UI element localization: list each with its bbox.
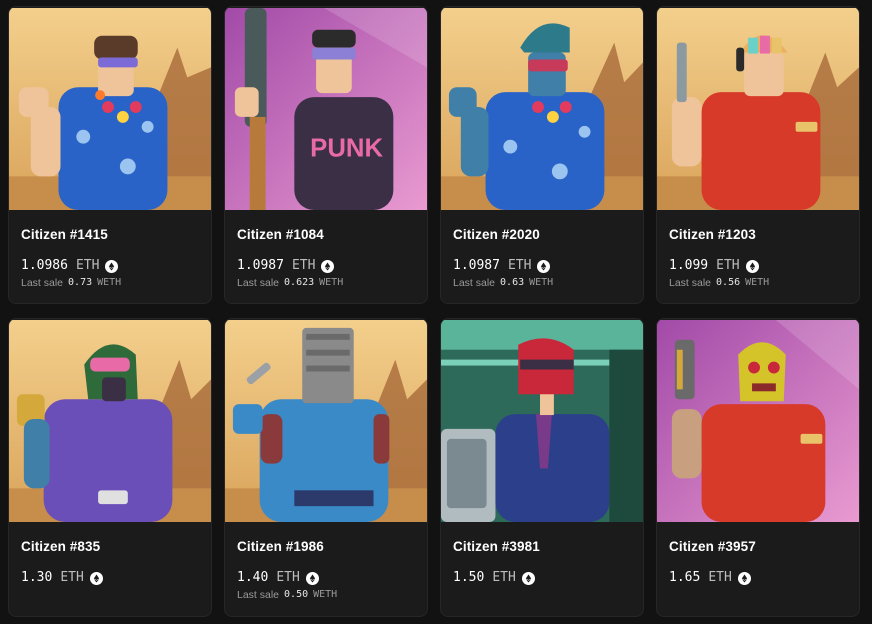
last-sale-label: Last sale — [237, 277, 280, 289]
nft-price: 1.0986 ETH — [21, 257, 199, 275]
price-currency: ETH — [507, 258, 532, 273]
last-sale-currency: WETH — [529, 277, 554, 288]
price-currency: ETH — [75, 258, 100, 273]
last-sale-label: Last sale — [21, 277, 64, 289]
nft-image[interactable] — [225, 319, 427, 523]
nft-card-citizen-1203[interactable]: Citizen #1203 1.099 ETH Last sale 0.56 W… — [656, 6, 860, 304]
price-value: 1.0986 — [21, 258, 68, 273]
nft-price: 1.50 ETH — [453, 569, 631, 587]
price-currency: ETH — [276, 570, 300, 585]
nft-name: Citizen #1203 — [669, 227, 756, 242]
ethereum-logo-icon — [89, 571, 103, 585]
last-sale-value: 0.623 — [284, 277, 315, 288]
last-sale-currency: WETH — [745, 277, 770, 288]
nft-card-citizen-3981[interactable]: Citizen #3981 1.50 ETH — [440, 318, 644, 617]
nft-image[interactable] — [441, 7, 643, 211]
last-sale-value: 0.56 — [716, 277, 741, 288]
nft-price: 1.0987 ETH — [453, 257, 631, 275]
ethereum-logo-icon — [321, 259, 335, 273]
last-sale: Last sale 0.73 WETH — [21, 276, 199, 290]
price-value: 1.65 — [669, 570, 701, 585]
nft-artwork — [441, 320, 643, 522]
nft-name: Citizen #3957 — [669, 539, 756, 554]
price-currency: ETH — [492, 570, 516, 585]
nft-name: Citizen #835 — [21, 539, 101, 554]
nft-grid: Citizen #1415 1.0986 ETH Last sale 0.73 … — [0, 0, 872, 624]
nft-name: Citizen #1084 — [237, 227, 324, 242]
price-value: 1.50 — [453, 570, 485, 585]
svg-text:PUNK: PUNK — [310, 135, 383, 163]
last-sale: Last sale 0.63 WETH — [453, 276, 631, 290]
price-currency: ETH — [708, 570, 732, 585]
ethereum-logo-icon — [745, 259, 759, 273]
nft-card-citizen-1084[interactable]: PUNK Citizen #1084 1.0987 ETH Last sale … — [224, 6, 428, 304]
ethereum-logo-icon — [521, 571, 535, 585]
ethereum-logo-icon — [537, 259, 551, 273]
last-sale-label: Last sale — [669, 277, 712, 289]
nft-image[interactable]: PUNK — [225, 7, 427, 211]
last-sale-label: Last sale — [453, 277, 496, 289]
nft-name: Citizen #1986 — [237, 539, 324, 554]
nft-card-citizen-1415[interactable]: Citizen #1415 1.0986 ETH Last sale 0.73 … — [8, 6, 212, 304]
nft-card-citizen-835[interactable]: Citizen #835 1.30 ETH — [8, 318, 212, 617]
last-sale-value: 0.73 — [68, 277, 93, 288]
nft-card-citizen-3957[interactable]: Citizen #3957 1.65 ETH — [656, 318, 860, 617]
price-value: 1.0987 — [453, 258, 500, 273]
nft-artwork — [9, 320, 211, 522]
price-currency: ETH — [716, 258, 740, 273]
ethereum-logo-icon — [105, 259, 119, 273]
nft-price: 1.0987 ETH — [237, 257, 415, 275]
price-value: 1.099 — [669, 258, 709, 273]
nft-artwork: PUNK — [225, 8, 427, 210]
last-sale-currency: WETH — [313, 589, 338, 600]
price-currency: ETH — [291, 258, 316, 273]
nft-artwork — [9, 8, 211, 210]
nft-card-citizen-2020[interactable]: Citizen #2020 1.0987 ETH Last sale 0.63 … — [440, 6, 644, 304]
nft-image[interactable] — [657, 319, 859, 523]
nft-price: 1.099 ETH — [669, 257, 847, 275]
nft-price: 1.30 ETH — [21, 569, 199, 587]
nft-image[interactable] — [657, 7, 859, 211]
last-sale: Last sale 0.50 WETH — [237, 588, 415, 602]
last-sale-label: Last sale — [237, 589, 280, 601]
last-sale-currency: WETH — [97, 277, 122, 288]
last-sale-value: 0.50 — [284, 589, 309, 600]
price-value: 1.0987 — [237, 258, 284, 273]
last-sale: Last sale 0.623 WETH — [237, 276, 415, 290]
price-value: 1.40 — [237, 570, 269, 585]
nft-name: Citizen #1415 — [21, 227, 108, 242]
nft-name: Citizen #3981 — [453, 539, 540, 554]
nft-artwork — [657, 320, 859, 522]
ethereum-logo-icon — [737, 571, 751, 585]
price-currency: ETH — [60, 570, 84, 585]
nft-price: 1.65 ETH — [669, 569, 847, 587]
last-sale-value: 0.63 — [500, 277, 525, 288]
nft-artwork — [225, 320, 427, 522]
nft-image[interactable] — [9, 7, 211, 211]
nft-artwork — [441, 8, 643, 210]
nft-card-citizen-1986[interactable]: Citizen #1986 1.40 ETH Last sale 0.50 WE… — [224, 318, 428, 617]
nft-price: 1.40 ETH — [237, 569, 415, 587]
price-value: 1.30 — [21, 570, 53, 585]
last-sale: Last sale 0.56 WETH — [669, 276, 847, 290]
nft-name: Citizen #2020 — [453, 227, 540, 242]
nft-artwork — [657, 8, 859, 210]
last-sale-currency: WETH — [319, 277, 344, 288]
nft-image[interactable] — [9, 319, 211, 523]
ethereum-logo-icon — [305, 571, 319, 585]
nft-image[interactable] — [441, 319, 643, 523]
